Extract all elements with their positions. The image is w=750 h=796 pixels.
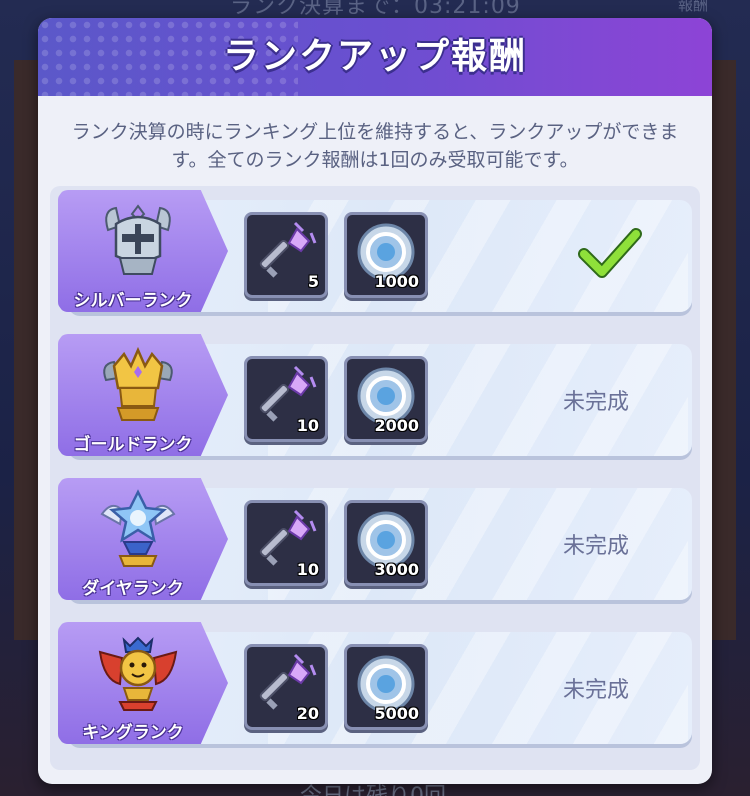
background-timer-text: ランク決算まで：03:21:09 [230,0,521,19]
status-text: 未完成 [563,534,630,559]
rank-row-silver: シルバーランク 5 1000 [58,190,692,312]
reward-item-coin[interactable]: 5000 [344,644,428,730]
gold-crown-icon [103,346,173,421]
reward-item-coin[interactable]: 2000 [344,356,428,442]
rank-label: シルバーランク [73,291,193,311]
reward-item-coin[interactable]: 3000 [344,500,428,586]
rank-label: キングランク [82,723,184,743]
rank-reward-list[interactable]: シルバーランク 5 1000 ゴールドランク 10 2000 未完成 ダイヤラン… [50,186,700,770]
rank-row-diamond: ダイヤランク 10 3000 未完成 [58,478,692,600]
item-quantity: 10 [296,416,319,435]
rank-reward-dialog: ランクアップ報酬 ランク決算の時にランキング上位を維持すると、ランクアップができ… [38,18,712,784]
rank-label: ゴールドランク [73,435,193,455]
rank-row-gold: ゴールドランク 10 2000 未完成 [58,334,692,456]
status-text: 未完成 [563,390,630,415]
reward-item-key[interactable]: 10 [244,356,328,442]
claimed-check-icon [578,228,642,278]
rank-row-king: キングランク 20 5000 未完成 [58,622,692,744]
item-quantity: 2000 [374,416,419,435]
reward-item-key[interactable]: 20 [244,644,328,730]
item-quantity: 5000 [374,704,419,723]
reward-item-key[interactable]: 10 [244,500,328,586]
reward-item-coin[interactable]: 1000 [344,212,428,298]
dialog-description: ランク決算の時にランキング上位を維持すると、ランクアップができます。全てのランク… [71,121,679,171]
item-quantity: 10 [296,560,319,579]
status-text: 未完成 [563,678,630,703]
item-quantity: 1000 [374,272,419,291]
rank-label: ダイヤランク [82,579,184,599]
item-quantity: 3000 [374,560,419,579]
item-quantity: 20 [296,704,319,723]
reward-item-key[interactable]: 5 [244,212,328,298]
silver-helmet-icon [105,204,171,275]
dialog-header: ランクアップ報酬 [38,18,712,96]
dialog-title: ランクアップ報酬 [222,36,527,77]
background-reward-text: 報酬 [677,0,708,14]
diamond-star-icon [100,489,176,567]
king-lion-icon [98,636,178,711]
item-quantity: 5 [307,272,319,291]
